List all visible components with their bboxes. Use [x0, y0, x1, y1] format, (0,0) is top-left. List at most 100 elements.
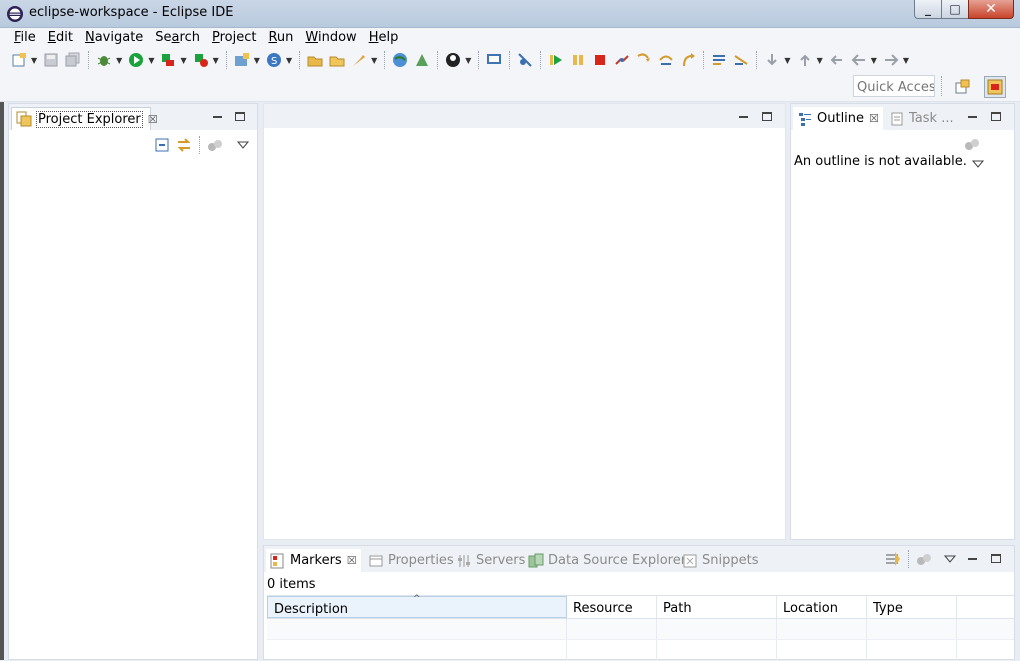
open-resource-icon[interactable]	[328, 51, 346, 69]
browser-icon[interactable]	[391, 51, 409, 69]
menu-search[interactable]: Search	[149, 28, 206, 48]
tab-properties[interactable]: Properties	[364, 549, 458, 572]
tab-data-source-explorer[interactable]: Data Source Explorer	[524, 549, 690, 572]
new-class-icon[interactable]: S	[265, 51, 283, 69]
step-return-icon[interactable]	[679, 51, 697, 69]
menu-project[interactable]: Project	[206, 28, 263, 48]
profile-dropdown-icon[interactable]: ▼	[465, 56, 471, 65]
maximize-button[interactable]: □	[941, 0, 968, 19]
deploy-icon[interactable]	[413, 51, 431, 69]
quick-access-input[interactable]	[853, 75, 935, 97]
terminate-icon[interactable]	[591, 51, 609, 69]
menu-window[interactable]: Window	[299, 28, 362, 48]
column-location[interactable]: Location	[777, 596, 867, 618]
search-dropdown-icon[interactable]: ▼	[371, 56, 377, 65]
menu-run[interactable]: Run	[262, 28, 299, 48]
forward-dropdown-icon[interactable]: ▼	[903, 56, 909, 65]
menu-file[interactable]: File	[8, 28, 42, 48]
maximize-view-button[interactable]	[989, 551, 1003, 565]
maximize-editor-button[interactable]	[760, 109, 774, 123]
last-edit-location-icon[interactable]	[828, 51, 846, 69]
maximize-view-button[interactable]	[233, 109, 247, 123]
focus-active-task-icon[interactable]	[963, 135, 981, 153]
step-over-icon[interactable]	[657, 51, 675, 69]
skip-breakpoints-icon[interactable]	[516, 51, 534, 69]
tab-task-list[interactable]: Task ...	[885, 107, 958, 130]
minimize-view-button[interactable]	[210, 109, 224, 123]
minimize-view-button[interactable]	[965, 551, 979, 565]
minimize-icon	[967, 116, 977, 118]
outline-panel: Outline ☒ Task ... An outline is not ava…	[790, 103, 1015, 540]
view-menu-icon[interactable]	[941, 550, 959, 568]
java-ee-perspective-button[interactable]	[984, 76, 1006, 98]
tab-snippets[interactable]: Snippets	[678, 549, 762, 572]
minimize-button[interactable]: _	[914, 0, 941, 19]
run-dropdown-icon[interactable]: ▼	[148, 56, 154, 65]
close-icon[interactable]: ☒	[148, 113, 158, 126]
menu-help[interactable]: Help	[363, 28, 405, 48]
tab-servers[interactable]: Servers	[452, 549, 529, 572]
outline-toolbar	[961, 135, 1014, 173]
view-menu-icon[interactable]	[234, 136, 252, 154]
minimize-view-button[interactable]	[965, 109, 979, 123]
open-type-icon[interactable]	[306, 51, 324, 69]
close-icon[interactable]: ☒	[869, 112, 879, 125]
focus-active-task-icon[interactable]	[206, 136, 224, 154]
debug-icon[interactable]	[95, 51, 113, 69]
save-icon[interactable]	[42, 51, 60, 69]
new-project-dropdown-icon[interactable]: ▼	[254, 56, 260, 65]
project-explorer-tabbar: Project Explorer ☒	[9, 104, 257, 130]
new-class-dropdown-icon[interactable]: ▼	[286, 56, 292, 65]
profile-icon[interactable]	[444, 51, 462, 69]
maximize-view-button[interactable]	[989, 109, 1003, 123]
drop-to-frame-icon[interactable]	[732, 51, 750, 69]
configure-contents-icon[interactable]	[884, 550, 902, 568]
snippets-icon	[682, 553, 698, 569]
next-annotation-icon[interactable]	[763, 51, 781, 69]
tab-project-explorer[interactable]: Project Explorer ☒	[11, 107, 158, 130]
open-perspective-button[interactable]	[952, 76, 974, 98]
previous-annotation-icon[interactable]	[796, 51, 814, 69]
previous-annotation-dropdown-icon[interactable]: ▼	[817, 56, 823, 65]
forward-icon[interactable]	[882, 51, 900, 69]
table-row	[267, 640, 1014, 661]
save-all-icon[interactable]	[64, 51, 82, 69]
column-path[interactable]: Path	[657, 596, 777, 618]
external-tools-dropdown-icon[interactable]: ▼	[213, 56, 219, 65]
data-source-explorer-label: Data Source Explorer	[548, 553, 687, 568]
resume-icon[interactable]	[547, 51, 565, 69]
tab-markers[interactable]: Markers ☒	[266, 549, 361, 572]
menu-edit[interactable]: Edit	[42, 28, 79, 48]
coverage-dropdown-icon[interactable]: ▼	[180, 56, 186, 65]
coverage-icon[interactable]	[159, 51, 177, 69]
new-java-project-icon[interactable]	[233, 51, 251, 69]
toolbar-separator	[540, 51, 542, 69]
back-icon[interactable]	[850, 51, 868, 69]
column-description[interactable]: ^ Description	[267, 594, 567, 618]
column-type[interactable]: Type	[867, 596, 957, 618]
collapse-all-icon[interactable]	[153, 136, 171, 154]
menu-navigate[interactable]: Navigate	[79, 28, 149, 48]
new-dropdown-icon[interactable]: ▼	[31, 56, 37, 65]
disconnect-icon[interactable]	[613, 51, 631, 69]
focus-active-task-icon[interactable]	[915, 550, 933, 568]
suspend-icon[interactable]	[569, 51, 587, 69]
step-into-icon[interactable]	[635, 51, 653, 69]
new-file-icon[interactable]	[10, 51, 28, 69]
console-icon[interactable]	[485, 51, 503, 69]
tab-outline[interactable]: Outline ☒	[793, 107, 883, 130]
column-resource[interactable]: Resource	[567, 596, 657, 618]
back-dropdown-icon[interactable]: ▼	[871, 56, 877, 65]
svg-text:S: S	[271, 56, 277, 67]
link-with-editor-icon[interactable]	[175, 136, 193, 154]
close-icon[interactable]: ☒	[347, 554, 357, 567]
close-button[interactable]: ✕	[968, 0, 1014, 19]
run-icon[interactable]	[127, 51, 145, 69]
minimize-editor-button[interactable]	[736, 109, 750, 123]
external-tools-icon[interactable]	[192, 51, 210, 69]
use-step-filters-icon[interactable]	[710, 51, 728, 69]
debug-dropdown-icon[interactable]: ▼	[116, 56, 122, 65]
view-menu-icon[interactable]	[969, 155, 987, 173]
search-icon[interactable]	[350, 51, 368, 69]
next-annotation-dropdown-icon[interactable]: ▼	[784, 56, 790, 65]
